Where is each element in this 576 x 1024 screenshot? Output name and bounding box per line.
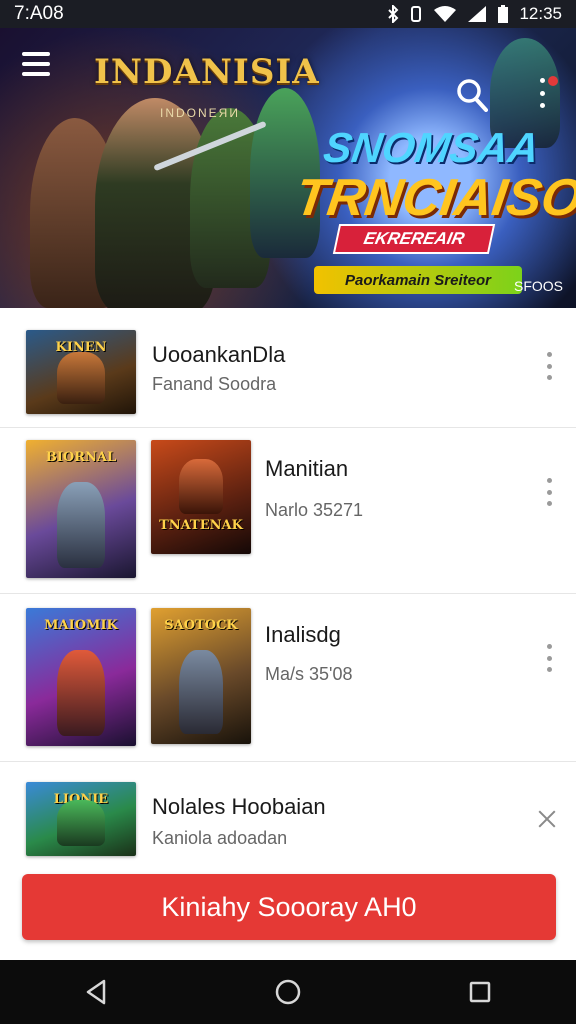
list-item[interactable]: MAIOMIK SAOTOCK Inalisdg Ma/s 35'08 — [0, 594, 576, 762]
more-vert-icon[interactable] — [544, 644, 554, 672]
hero-corner-label: SFOOS — [514, 278, 564, 294]
search-icon[interactable] — [456, 78, 488, 112]
recents-square-icon[interactable] — [450, 962, 510, 1022]
game-thumbnail: MAIOMIK — [26, 608, 136, 746]
vibrate-icon — [411, 6, 422, 22]
game-thumbnail: LIONIE — [26, 782, 136, 856]
system-navigation-bar — [0, 960, 576, 1024]
list-item-subtitle: Kaniola adoadan — [152, 828, 288, 848]
list-item-subtitle: Fanand Soodra — [152, 374, 277, 394]
wifi-icon — [434, 6, 457, 22]
status-time: 7:A08 — [14, 3, 64, 24]
close-icon[interactable] — [536, 808, 558, 830]
hero-banner[interactable]: INDANISIA INDONEЯИ SNOMSAA TRNCIAISO EKR… — [0, 28, 576, 308]
game-thumbnail: SAOTOCK — [151, 608, 251, 744]
primary-action-button[interactable]: Kiniahy Soooray AH0 — [22, 874, 556, 940]
game-thumbnail: TNATENAK — [151, 440, 251, 554]
status-icons: 12:35 — [387, 4, 562, 24]
app-logo: INDANISIA — [94, 52, 320, 92]
list-item-title: UooankanDla — [152, 342, 286, 367]
list-item[interactable]: KINEN UooankanDla Fanand Soodra — [0, 312, 576, 428]
notification-dot — [548, 76, 558, 86]
hero-title-line1: SNOMSAA — [320, 124, 543, 171]
hamburger-icon[interactable] — [22, 52, 50, 76]
app-logo-subtitle: INDONEЯИ — [160, 106, 240, 120]
game-thumbnail: BIORNAL — [26, 440, 136, 578]
list-item[interactable]: BIORNAL TNATENAK Manitian Narlo 35271 — [0, 428, 576, 594]
hero-title-line2: TRNCIAISO — [291, 169, 576, 227]
status-clock: 12:35 — [519, 4, 562, 23]
back-triangle-icon[interactable] — [66, 962, 126, 1022]
list-item-subtitle: Narlo 35271 — [265, 500, 364, 520]
more-vert-icon[interactable] — [544, 352, 554, 380]
hero-tag: EKREREAIR — [332, 224, 496, 254]
home-circle-icon[interactable] — [258, 962, 318, 1022]
game-thumbnail: KINEN — [26, 330, 136, 414]
list-item-title: Nolales Hoobaian — [152, 794, 326, 819]
list-item-subtitle: Ma/s 35'08 — [265, 664, 353, 684]
list-item[interactable]: LIONIE Nolales Hoobaian Kaniola adoadan — [0, 762, 576, 862]
bluetooth-icon — [388, 5, 399, 23]
hero-promo-tag: Paorkamain Sreiteor — [314, 266, 522, 294]
more-vert-icon[interactable] — [536, 76, 558, 108]
more-vert-icon[interactable] — [544, 478, 554, 506]
list-item-title: Manitian — [265, 456, 349, 481]
battery-icon — [498, 5, 509, 23]
status-bar: 7:A08 12:35 — [0, 0, 576, 28]
signal-icon — [468, 6, 487, 22]
list-item-title: Inalisdg — [265, 622, 341, 647]
